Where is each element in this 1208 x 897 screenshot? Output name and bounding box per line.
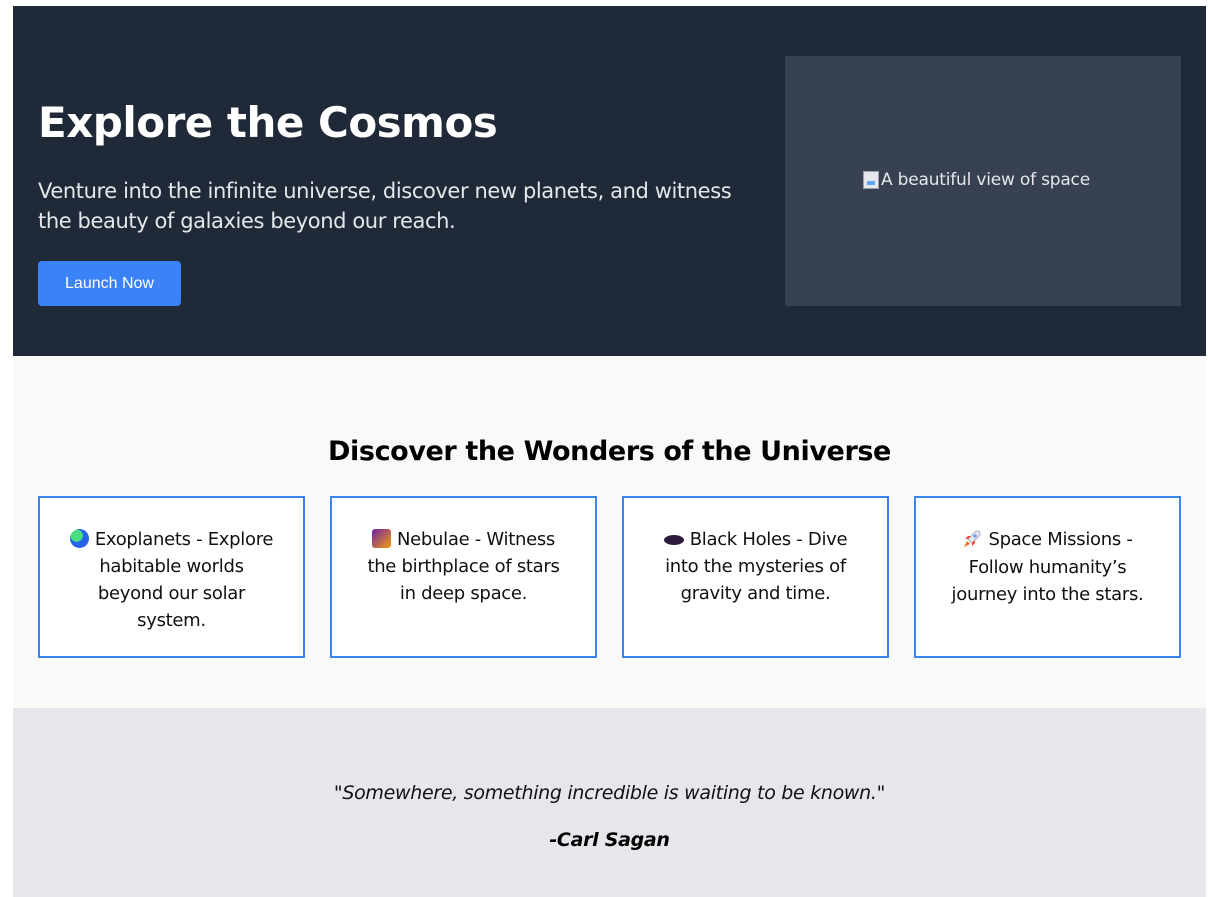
features-section: Discover the Wonders of the Universe Exo…	[13, 356, 1206, 708]
feature-card-text: Exoplanets - Explore habitable worlds be…	[94, 529, 274, 631]
rocket-icon	[962, 527, 982, 554]
black-hole-icon	[663, 535, 684, 545]
quote-author: -Carl Sagan	[549, 829, 670, 851]
quote-section: "Somewhere, something incredible is wait…	[13, 708, 1206, 897]
feature-card-exoplanets[interactable]: Exoplanets - Explore habitable worlds be…	[38, 496, 305, 658]
hero-title: Explore the Cosmos	[38, 98, 498, 147]
quote-text: "Somewhere, something incredible is wait…	[333, 782, 886, 804]
launch-now-button[interactable]: Launch Now	[38, 261, 181, 306]
feature-card-text: Black Holes - Dive into the mysteries of…	[665, 529, 848, 604]
features-title: Discover the Wonders of the Universe	[328, 436, 891, 467]
hero-image: A beautiful view of space	[785, 56, 1181, 306]
image-alt-text: A beautiful view of space	[881, 170, 1090, 190]
globe-icon	[69, 529, 89, 548]
page: Explore the Cosmos Venture into the infi…	[13, 6, 1206, 897]
hero-subtitle: Venture into the infinite universe, disc…	[38, 179, 732, 233]
broken-image-icon	[863, 171, 879, 189]
image-alt-text-wrapper: A beautiful view of space	[863, 170, 1090, 190]
feature-card-nebulae[interactable]: Nebulae - Witness the birthplace of star…	[330, 496, 597, 658]
hero-section: Explore the Cosmos Venture into the infi…	[13, 6, 1206, 356]
feature-card-text: Nebulae - Witness the birthplace of star…	[367, 529, 560, 604]
nebula-icon	[371, 529, 391, 548]
feature-card-space-missions[interactable]: Space Missions - Follow humanity’s journ…	[914, 496, 1181, 658]
feature-card-black-holes[interactable]: Black Holes - Dive into the mysteries of…	[622, 496, 889, 658]
